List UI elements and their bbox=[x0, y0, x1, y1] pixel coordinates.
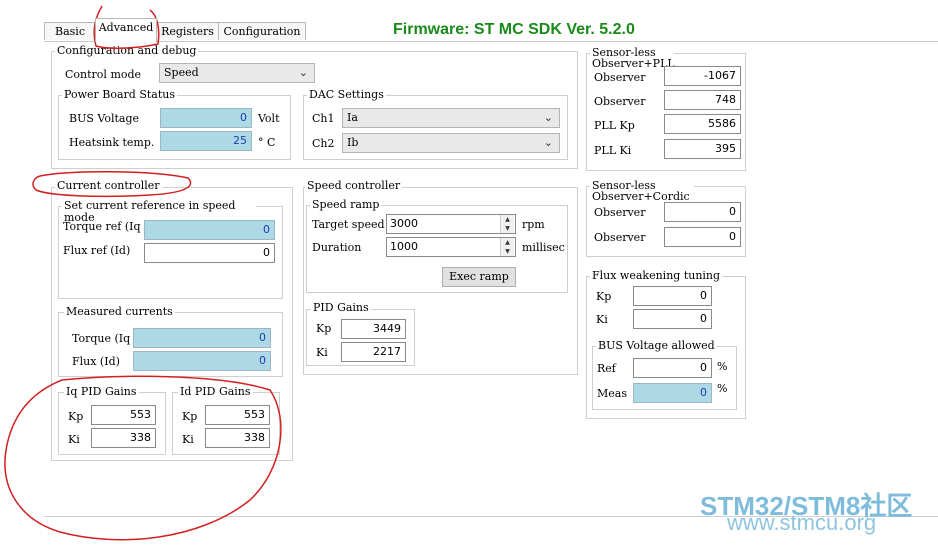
annotation-pid-gains-ellipse bbox=[4, 375, 282, 541]
annotation-current-controller-ellipse bbox=[32, 170, 192, 198]
annotation-overlay bbox=[4, 5, 282, 541]
watermark-url: www.stmcu.org bbox=[727, 510, 877, 535]
tab-advanced[interactable]: Advanced bbox=[95, 18, 157, 42]
